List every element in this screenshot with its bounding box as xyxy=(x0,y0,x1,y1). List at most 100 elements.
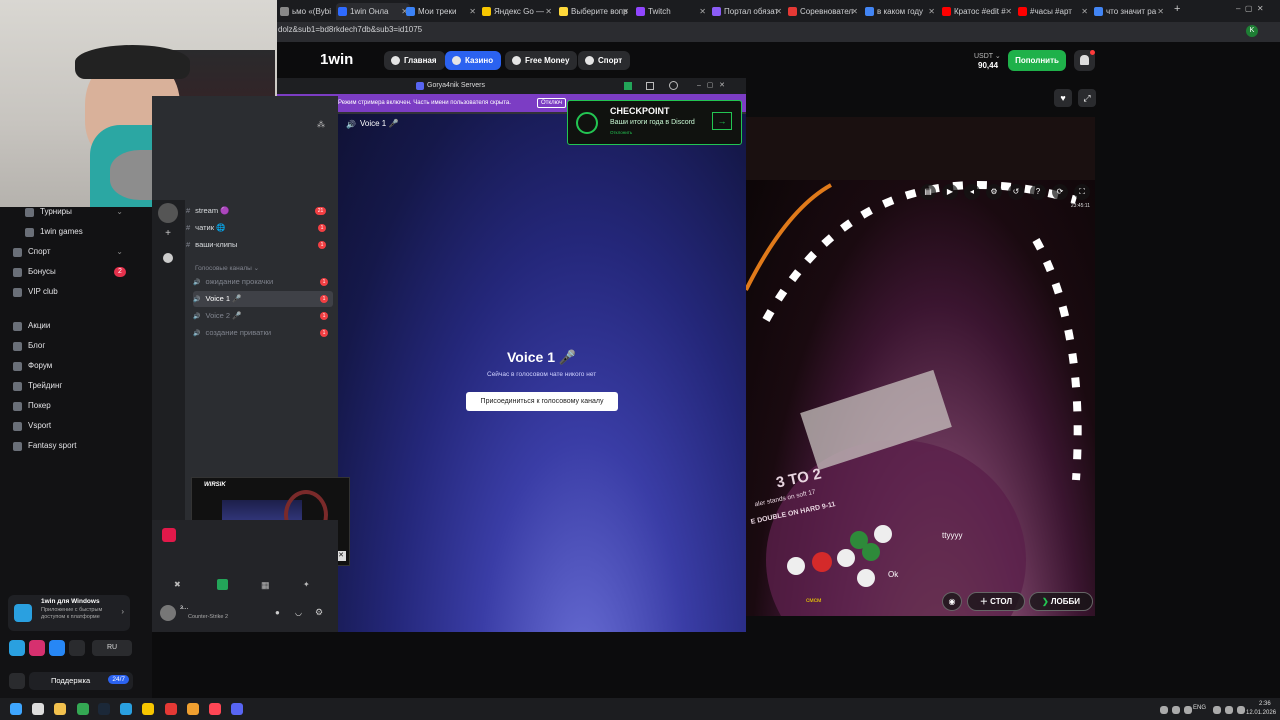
visibility-icon[interactable]: ◉ xyxy=(942,592,962,611)
text-channel[interactable]: # чатик 🌐 1 xyxy=(186,220,331,236)
wifi-icon[interactable] xyxy=(1213,706,1221,714)
close-tab-icon[interactable]: ✕ xyxy=(851,3,858,20)
app-icon[interactable] xyxy=(142,703,154,715)
streamer-mode-disable-button[interactable]: Отключ xyxy=(537,98,567,108)
app-promo-card[interactable]: 1win для Windows Приложение с быстрым до… xyxy=(8,595,130,631)
help-icon[interactable]: ? xyxy=(1030,184,1046,200)
steam-icon[interactable] xyxy=(98,703,110,715)
history-icon[interactable]: ↺ xyxy=(1008,184,1024,200)
close-tab-icon[interactable]: ✕ xyxy=(775,3,782,20)
language-select[interactable]: RU xyxy=(92,640,132,656)
telegram-icon[interactable] xyxy=(120,703,132,715)
close-tab-icon[interactable]: ✕ xyxy=(622,3,629,20)
profile-avatar[interactable]: K xyxy=(1246,25,1258,37)
url-text[interactable]: dolz&sub1=bd8rkdech7db&sub3=id1075 xyxy=(278,25,422,34)
window-controls[interactable]: – ▢ ✕ xyxy=(1236,4,1264,13)
valorant-icon[interactable] xyxy=(209,703,221,715)
browser-tab[interactable]: в каком году ✕ xyxy=(863,3,937,20)
browser-tab[interactable]: Мои треки ✕ xyxy=(404,3,478,20)
new-tab-button[interactable]: + xyxy=(1174,3,1180,15)
sidebar-item[interactable]: Vsport xyxy=(0,416,150,436)
discord-icon[interactable] xyxy=(231,703,243,715)
join-voice-button[interactable]: Присоединиться к голосовому каналу xyxy=(466,392,618,411)
sidebar-item[interactable]: VIP club xyxy=(0,282,150,302)
nav-free-money[interactable]: Free Money xyxy=(505,51,578,70)
voice-channel[interactable]: 🔊 создание приватки 1 xyxy=(193,325,333,341)
close-tab-icon[interactable]: ✕ xyxy=(545,3,552,20)
add-server-icon[interactable]: + xyxy=(163,229,173,239)
close-tab-icon[interactable]: ✕ xyxy=(699,3,706,20)
flag-icon[interactable] xyxy=(624,82,632,90)
sidebar-item[interactable]: Трейдинг xyxy=(0,376,150,396)
volume-tray-icon[interactable] xyxy=(1225,706,1233,714)
windows-start-icon[interactable] xyxy=(10,703,22,715)
close-tab-icon[interactable]: ✕ xyxy=(928,3,935,20)
browser-tab[interactable]: Выберите вопр ✕ xyxy=(557,3,631,20)
discord-window-controls[interactable]: – ▢ ✕ xyxy=(697,78,725,94)
help-icon[interactable] xyxy=(669,81,678,90)
soundboard-icon[interactable]: ✦ xyxy=(303,580,313,590)
voice-channel[interactable]: 🔊 Voice 1 🎤 1 xyxy=(193,291,333,307)
file-explorer-icon[interactable] xyxy=(54,703,66,715)
video-icon[interactable]: ▶ xyxy=(942,184,958,200)
sidebar-item[interactable]: Акции xyxy=(0,316,150,336)
close-tab-icon[interactable]: ✕ xyxy=(1005,3,1012,20)
voice-category[interactable]: Голосовые каналы ⌄ xyxy=(195,264,259,272)
x-social-icon[interactable] xyxy=(69,640,85,656)
network-icon[interactable] xyxy=(1184,706,1192,714)
inbox-icon[interactable] xyxy=(646,82,654,90)
user-avatar[interactable] xyxy=(160,605,176,621)
camera-icon[interactable] xyxy=(217,579,228,590)
telegram-icon[interactable] xyxy=(9,640,25,656)
favorite-icon[interactable]: ♥ xyxy=(1054,89,1072,107)
input-language[interactable]: ENG xyxy=(1193,705,1206,711)
clock-time[interactable]: 2:36 xyxy=(1259,701,1271,707)
sidebar-item[interactable]: Покер xyxy=(0,396,150,416)
close-tab-icon[interactable]: ✕ xyxy=(1081,3,1088,20)
chevron-up-icon[interactable] xyxy=(1160,706,1168,714)
server-avatar[interactable] xyxy=(158,203,178,223)
browser-tab[interactable]: 1win Онлa ✕ xyxy=(336,3,410,20)
headphones-icon[interactable]: ◡ xyxy=(295,608,302,617)
voice-channel[interactable]: 🔊 Voice 2 🎤 1 xyxy=(193,308,333,324)
fullscreen-icon[interactable]: ⛶ xyxy=(1074,184,1090,200)
editor-icon[interactable] xyxy=(187,703,199,715)
blackjack-table[interactable]: 3 TO 2 aler stands on soft 17 E DOUBLE O… xyxy=(746,180,1095,616)
deposit-button[interactable]: Пополнить xyxy=(1008,50,1066,71)
opera-icon[interactable] xyxy=(165,703,177,715)
browser-tab[interactable]: Портал обязат ✕ xyxy=(710,3,784,20)
browser-tab[interactable]: Twitch ✕ xyxy=(634,3,708,20)
chrome-icon[interactable] xyxy=(77,703,89,715)
phone-icon[interactable] xyxy=(9,673,25,689)
sidebar-item[interactable]: Спорт ⌄ xyxy=(0,242,150,262)
sidebar-item[interactable]: 1win games xyxy=(0,222,150,242)
lobby-button[interactable]: ❯ ЛОББИ xyxy=(1029,592,1093,611)
user-settings-icon[interactable]: ⚙ xyxy=(315,607,323,618)
chat-icon[interactable]: ▤ xyxy=(920,184,936,200)
reload-icon[interactable]: ⟳ xyxy=(1052,184,1068,200)
nav-home[interactable]: Главная xyxy=(384,51,445,70)
vk-icon[interactable] xyxy=(49,640,65,656)
voice-channel[interactable]: 🔊 ожидание прокачки 1 xyxy=(193,274,333,290)
mic-tray-icon[interactable] xyxy=(1172,706,1180,714)
close-tab-icon[interactable]: ✕ xyxy=(469,3,476,20)
browser-tab[interactable]: Кратос #edit # ✕ xyxy=(940,3,1014,20)
microphone-icon[interactable]: ● xyxy=(275,608,280,617)
close-tab-icon[interactable]: ✕ xyxy=(1157,3,1164,20)
browser-tab[interactable]: Яндекс Go — ✕ xyxy=(480,3,554,20)
instagram-icon[interactable] xyxy=(29,640,45,656)
activities-icon[interactable]: ▦ xyxy=(261,580,271,590)
volume-icon[interactable]: ◂ xyxy=(964,184,980,200)
browser-tab[interactable]: Соревновател ✕ xyxy=(786,3,860,20)
sidebar-item[interactable]: Fantasy sport xyxy=(0,436,150,456)
text-channel[interactable]: # ваши-клипы 1 xyxy=(186,237,331,253)
battery-icon[interactable] xyxy=(1237,706,1245,714)
browser-tab[interactable]: что значит ра ✕ xyxy=(1092,3,1166,20)
site-logo[interactable]: 1win xyxy=(320,51,353,68)
notifications-button[interactable] xyxy=(1074,50,1095,71)
checkpoint-popup[interactable]: CHECKPOINT Ваши итоги года в Discord Отк… xyxy=(567,100,742,145)
sidebar-item[interactable]: Блог xyxy=(0,336,150,356)
checkpoint-dismiss-link[interactable]: Отклонить xyxy=(610,130,632,135)
nav-sport[interactable]: Спорт xyxy=(578,51,631,70)
clock-date[interactable]: 12.01.2026 xyxy=(1246,710,1276,716)
